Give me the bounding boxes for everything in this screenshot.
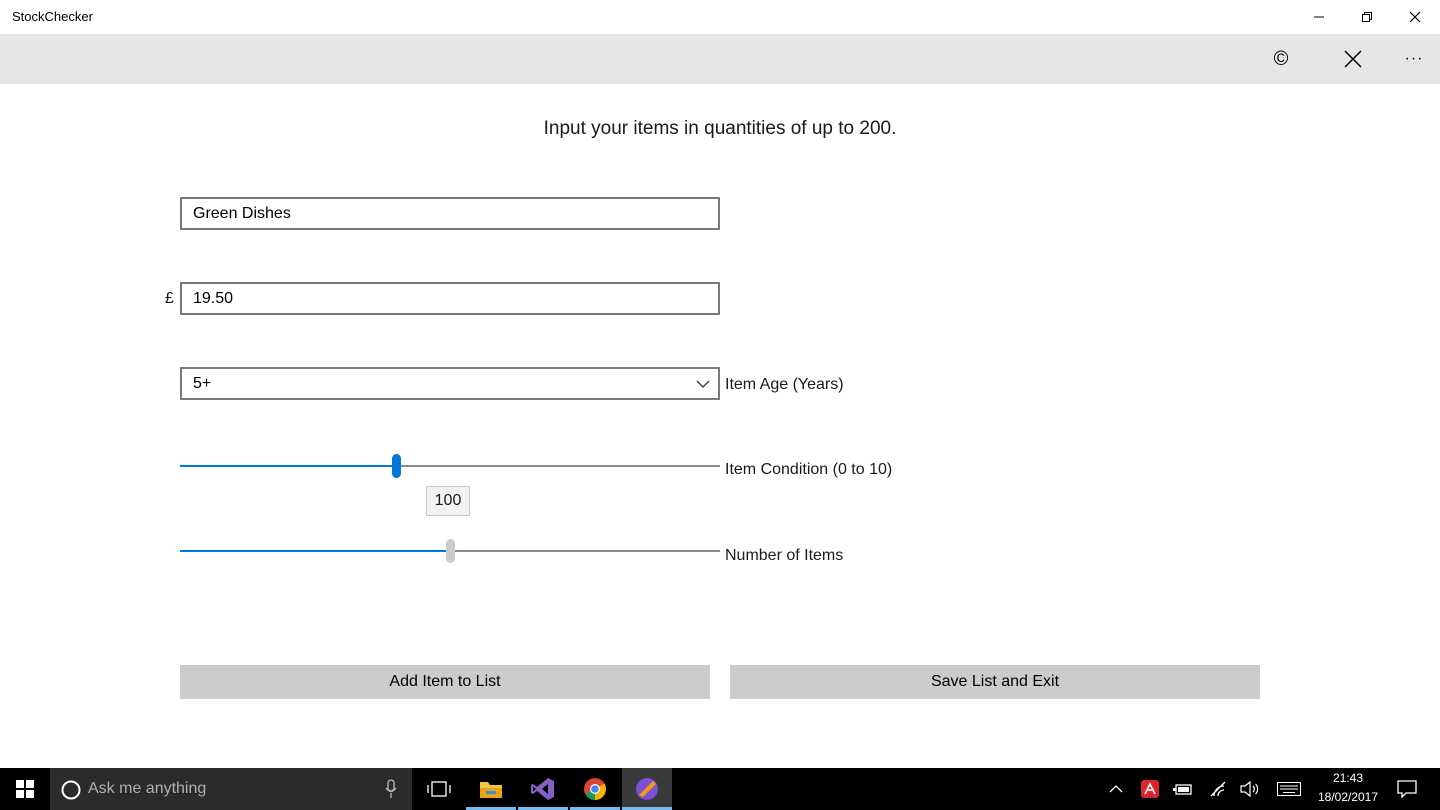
speaker-icon	[1240, 781, 1259, 797]
item-name-value: Green Dishes	[193, 204, 291, 222]
price-value: 19.50	[193, 289, 234, 307]
wifi-icon	[1210, 781, 1226, 797]
show-hidden-icons-button[interactable]	[1104, 768, 1128, 810]
stockchecker-app-icon	[636, 778, 658, 800]
copyright-button[interactable]: ©	[1256, 34, 1306, 84]
item-name-input[interactable]: Green Dishes	[180, 197, 720, 230]
chevron-up-icon	[1109, 785, 1123, 793]
volume-tray-button[interactable]	[1238, 768, 1262, 810]
antivirus-tray-button[interactable]	[1138, 768, 1162, 810]
minimize-icon	[1314, 16, 1324, 17]
battery-icon	[1173, 784, 1192, 795]
condition-label: Item Condition (0 to 10)	[725, 461, 893, 478]
task-view-button[interactable]	[414, 768, 464, 810]
battery-tray-button[interactable]	[1171, 768, 1195, 810]
more-icon: ···	[1404, 50, 1424, 67]
close-icon	[1409, 11, 1421, 22]
cortana-icon	[61, 780, 81, 800]
restore-icon	[1362, 11, 1372, 22]
notification-icon	[1397, 780, 1417, 798]
file-explorer-button[interactable]	[466, 768, 516, 810]
wifi-tray-button[interactable]	[1206, 768, 1230, 810]
keyboard-icon	[1277, 782, 1301, 796]
antivirus-icon	[1141, 780, 1159, 798]
clock-time[interactable]: 21:43	[1318, 771, 1378, 785]
chrome-icon	[584, 778, 606, 800]
title-bar	[0, 0, 1440, 33]
windows-logo-icon	[16, 780, 34, 798]
quantity-slider-thumb[interactable]	[446, 539, 455, 563]
copyright-icon: ©	[1273, 47, 1289, 70]
command-bar	[0, 34, 1440, 84]
item-age-select[interactable]: 5+	[180, 367, 720, 400]
microphone-icon[interactable]	[385, 779, 397, 799]
stockchecker-taskbar-button[interactable]	[622, 768, 672, 810]
condition-slider-thumb[interactable]	[392, 454, 401, 478]
minimize-button[interactable]	[1296, 0, 1342, 33]
currency-symbol: £	[165, 290, 174, 307]
more-options-button[interactable]: ···	[1389, 34, 1439, 84]
restore-button[interactable]	[1344, 0, 1390, 33]
chevron-down-icon	[696, 380, 710, 388]
condition-slider-fill	[180, 465, 396, 467]
close-window-button[interactable]	[1392, 0, 1438, 33]
visual-studio-icon	[531, 778, 554, 800]
keyboard-tray-button[interactable]	[1274, 768, 1304, 810]
app-title: StockChecker	[12, 9, 93, 24]
save-exit-button[interactable]: Save List and Exit	[730, 665, 1260, 699]
folder-icon	[480, 782, 502, 798]
clock-date[interactable]: 18/02/2017	[1312, 790, 1384, 804]
start-button[interactable]	[0, 768, 50, 810]
add-item-button[interactable]: Add Item to List	[180, 665, 710, 699]
task-view-icon	[427, 781, 451, 797]
quantity-label: Number of Items	[725, 547, 844, 564]
action-center-button[interactable]	[1392, 768, 1422, 810]
quantity-value-tooltip: 100	[426, 486, 470, 516]
price-input[interactable]: 19.50	[180, 282, 720, 315]
visual-studio-button[interactable]	[518, 768, 568, 810]
close-app-button[interactable]	[1328, 34, 1378, 84]
close-icon	[1344, 50, 1362, 68]
item-age-label: Item Age (Years)	[725, 376, 844, 393]
search-placeholder: Ask me anything	[88, 780, 207, 797]
quantity-slider-fill	[180, 550, 450, 552]
chrome-button[interactable]	[570, 768, 620, 810]
item-age-value: 5+	[193, 374, 212, 392]
instruction-text: Input your items in quantities of up to …	[543, 118, 897, 139]
